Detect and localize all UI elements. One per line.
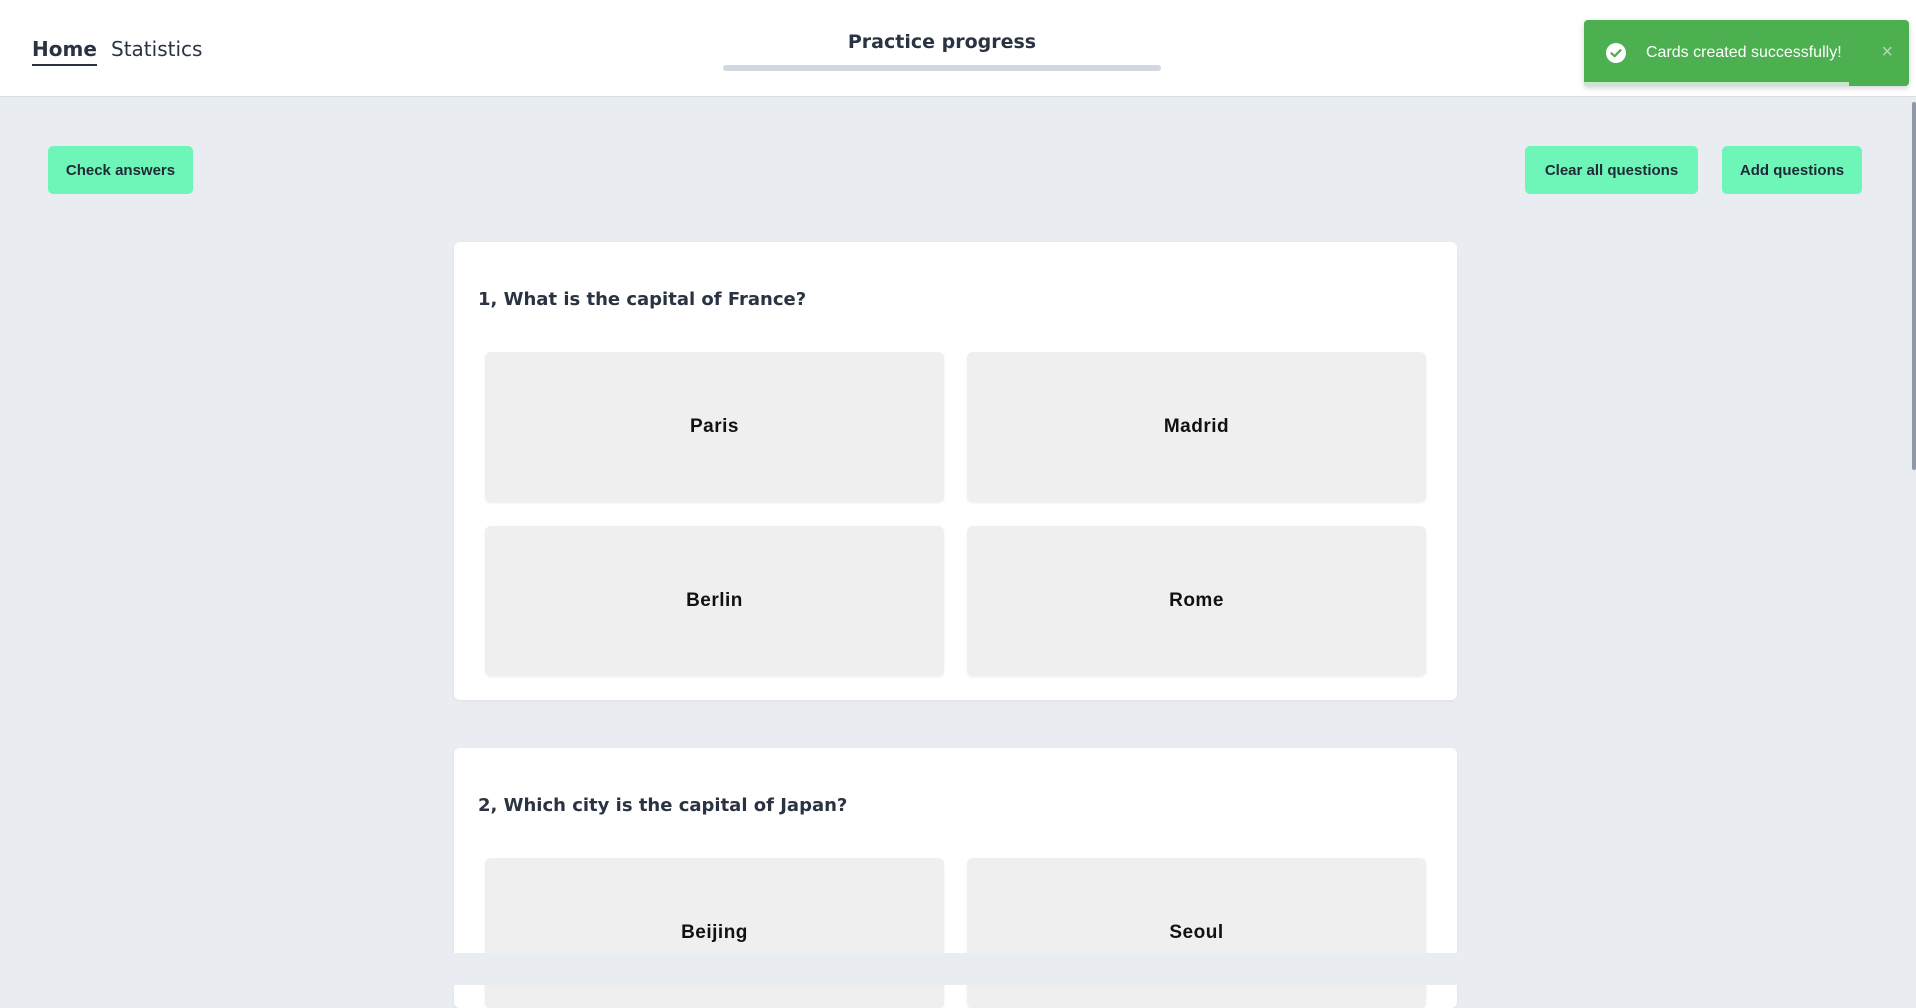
add-questions-button[interactable]: Add questions [1722,146,1862,194]
check-answers-button[interactable]: Check answers [48,146,193,194]
answer-option[interactable]: Madrid [967,352,1426,502]
toast-message: Cards created successfully! [1646,44,1842,61]
page-bottom-area [0,953,1910,985]
answer-option[interactable]: Seoul [967,858,1426,1008]
question-text: 1, What is the capital of France? [478,289,807,310]
close-icon[interactable]: × [1881,40,1893,64]
nav-statistics-link[interactable]: Statistics [111,36,202,62]
scrollbar[interactable] [1910,98,1916,985]
clear-all-questions-button[interactable]: Clear all questions [1525,146,1698,194]
progress-bar [723,65,1161,71]
answer-option[interactable]: Beijing [485,858,944,1008]
question-text: 2, Which city is the capital of Japan? [478,795,848,816]
question-card: 1, What is the capital of France? Paris … [454,242,1457,700]
answer-option[interactable]: Rome [967,526,1426,676]
nav-home-link[interactable]: Home [32,36,97,66]
answer-option[interactable]: Berlin [485,526,944,676]
progress-title: Practice progress [847,31,1037,53]
scrollbar-thumb[interactable] [1912,102,1916,470]
toast-timer-bar [1584,82,1849,86]
check-circle-icon [1606,43,1626,63]
answer-option[interactable]: Paris [485,352,944,502]
success-toast: Cards created successfully! × [1584,20,1909,86]
